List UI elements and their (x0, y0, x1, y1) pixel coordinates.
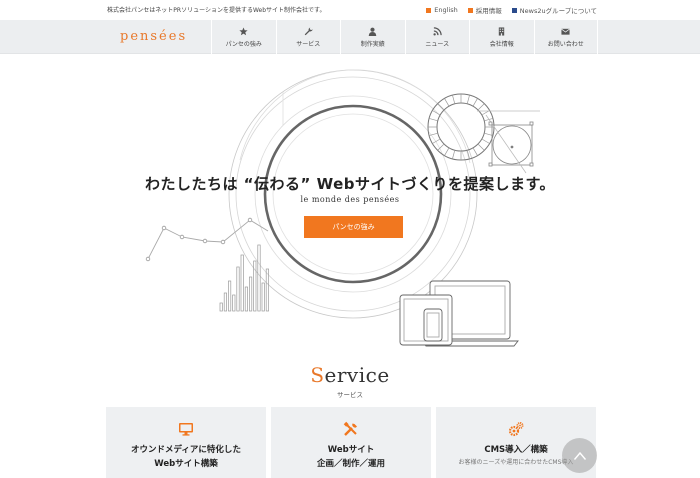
hero-subline: le monde des pensées (300, 195, 400, 204)
site-logo[interactable]: pensées (120, 29, 187, 44)
hero-illustration (145, 69, 540, 347)
service-cards: オウンドメディアに特化した Webサイト構築 Webサイト 企画／制作／運用 C… (106, 407, 596, 478)
hero-section: わたしたちは “伝わる” Webサイトづくりを提案します。 le monde d… (0, 55, 700, 355)
service-title-rest: ervice (324, 363, 390, 387)
service-title-initial: S (310, 363, 325, 387)
nav-item-label: 会社情報 (489, 40, 514, 48)
nav-item-label: パンセの強み (225, 40, 262, 48)
recruit-link[interactable]: 採用情報 (467, 5, 502, 15)
square-bullet-icon (467, 7, 473, 13)
star-icon (239, 26, 248, 35)
devices-drawing (399, 280, 519, 347)
nav-item-service[interactable]: サービス (275, 20, 341, 54)
nav-item-news[interactable]: ニュース (404, 20, 470, 54)
group-link-label: News2uグループについて (519, 7, 597, 15)
tools-icon (343, 421, 357, 436)
square-bullet-icon (511, 7, 517, 13)
nav-item-label: サービス (296, 40, 321, 48)
back-to-top-button[interactable] (562, 438, 597, 473)
nav-item-company[interactable]: 会社情報 (469, 20, 534, 54)
service-title: Service (0, 363, 700, 387)
nav-item-strengths[interactable]: パンセの強み (211, 20, 276, 54)
service-card-owned-media[interactable]: オウンドメディアに特化した Webサイト構築 (106, 407, 266, 478)
wrench-icon (304, 26, 313, 35)
recruit-link-label: 採用情報 (475, 7, 502, 15)
service-subtitle: サービス (337, 391, 363, 399)
service-card-title-line2: 企画／制作／運用 (316, 459, 385, 469)
nav-item-label: ニュース (425, 40, 450, 48)
person-icon (368, 27, 377, 36)
nav-item-works[interactable]: 制作実績 (340, 20, 405, 54)
service-card-title-line1: Webサイト (327, 445, 375, 455)
nav-item-label: 制作実績 (360, 40, 385, 48)
square-bullet-icon (426, 7, 432, 13)
service-card-web[interactable]: Webサイト 企画／制作／運用 (271, 407, 431, 478)
group-link[interactable]: News2uグループについて (511, 5, 597, 15)
nav-item-contact[interactable]: お問い合わせ (533, 20, 598, 54)
envelope-icon (561, 28, 571, 35)
english-link[interactable]: English (426, 5, 458, 15)
service-card-title-line1: CMS導入／構築 (484, 445, 548, 455)
site-tagline: 株式会社パンセはネットPRソリューションを提供するWebサイト制作会社です。 (107, 7, 326, 14)
monitor-icon (179, 423, 193, 436)
nav-items: パンセの強み サービス 制作実績 ニュース 会社情報 お問い合わせ (211, 20, 598, 54)
english-link-label: English (434, 6, 458, 14)
gears-icon (508, 422, 524, 437)
rss-icon (433, 26, 442, 36)
top-bar: 株式会社パンセはネットPRソリューションを提供するWebサイト制作会社です。 E… (0, 0, 700, 20)
top-links: English 採用情報 News2uグループについて (426, 5, 597, 15)
nav-item-label: お問い合わせ (547, 40, 584, 48)
line-graph-drawing (145, 217, 269, 262)
service-card-title-line2: Webサイト構築 (154, 459, 218, 469)
service-card-description: お客様のニーズや運用に合わせたCMS導入 (458, 459, 574, 466)
main-nav: pensées パンセの強み サービス 制作実績 ニュース 会社情報 お問い合わ… (0, 20, 700, 54)
strengths-cta-button[interactable]: パンセの強み (304, 216, 403, 238)
building-icon (499, 26, 505, 36)
gear-wheel-drawing (427, 93, 495, 161)
service-card-title-line1: オウンドメディアに特化した (131, 445, 241, 455)
hero-headline: わたしたちは “伝わる” Webサイトづくりを提案します。 (144, 175, 556, 193)
chevron-up-icon (573, 451, 586, 460)
